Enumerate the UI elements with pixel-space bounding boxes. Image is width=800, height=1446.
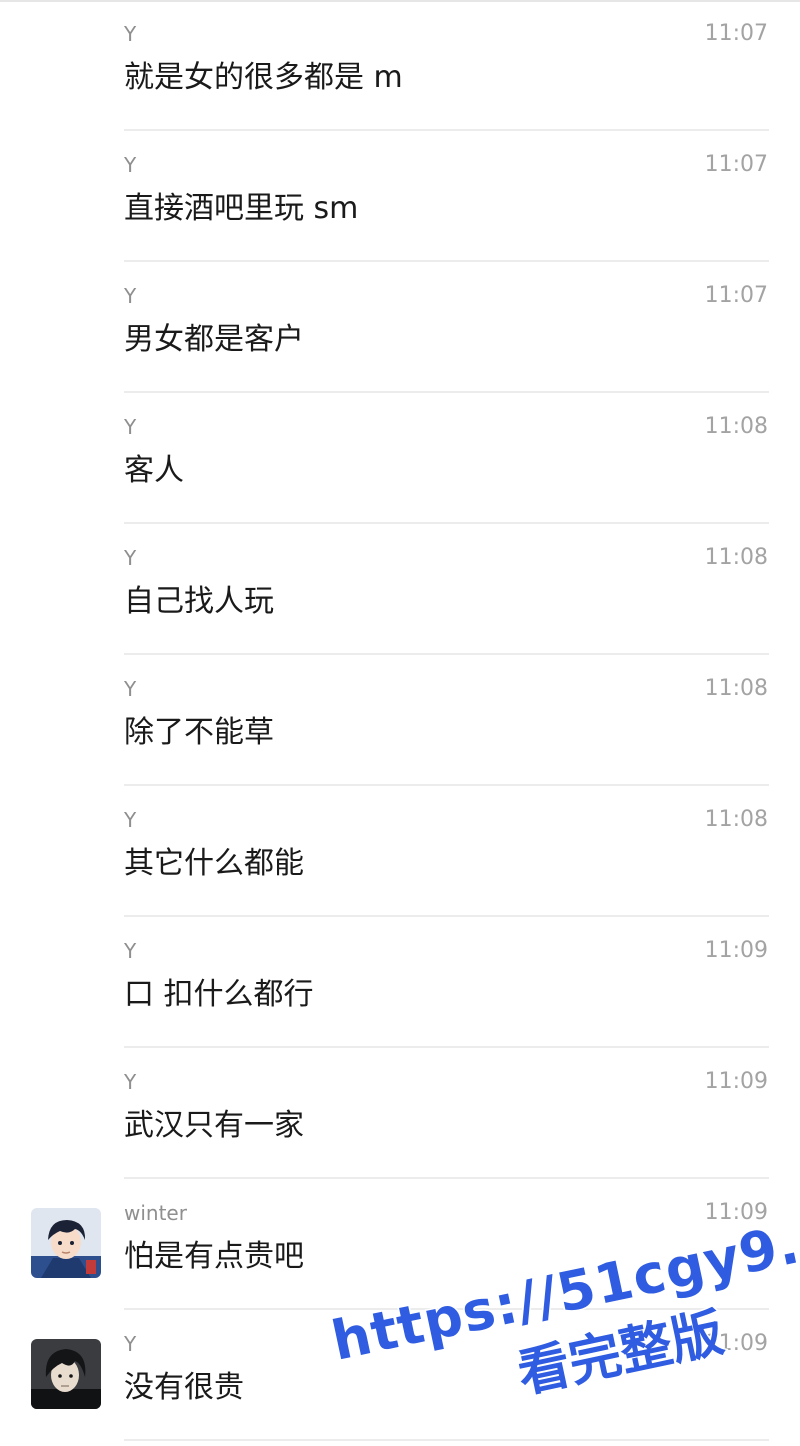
message-item[interactable]: winter 11:09 怕是有点贵吧 [0, 1179, 800, 1310]
message-divider [124, 1439, 769, 1441]
sender-name: Y [124, 284, 137, 308]
message-text: 其它什么都能 [124, 846, 304, 881]
message-text: 自己找人玩 [124, 584, 274, 619]
message-text: 怕是有点贵吧 [124, 1239, 304, 1274]
message-time: 11:08 [704, 414, 768, 439]
avatar[interactable] [31, 1208, 101, 1278]
message-item[interactable]: Y 11:09 没有很贵 [0, 1310, 800, 1441]
message-item[interactable]: Y 11:08 除了不能草 [0, 655, 800, 786]
sender-name: Y [124, 677, 137, 701]
message-item[interactable]: Y 11:07 男女都是客户 [0, 262, 800, 393]
message-time: 11:07 [704, 152, 768, 177]
sender-name: Y [124, 1070, 137, 1094]
sender-name: winter [124, 1201, 187, 1225]
message-time: 11:07 [704, 283, 768, 308]
message-item[interactable]: Y 11:07 就是女的很多都是 m [0, 0, 800, 131]
message-time: 11:08 [704, 676, 768, 701]
sender-name: Y [124, 1332, 137, 1356]
sender-name: Y [124, 939, 137, 963]
sender-name: Y [124, 415, 137, 439]
avatar[interactable] [31, 1339, 101, 1409]
message-text: 没有很贵 [124, 1370, 244, 1405]
message-text: 直接酒吧里玩 sm [124, 191, 359, 226]
message-time: 11:07 [704, 21, 768, 46]
message-item[interactable]: Y 11:07 直接酒吧里玩 sm [0, 131, 800, 262]
message-time: 11:09 [704, 1069, 768, 1094]
message-item[interactable]: Y 11:08 其它什么都能 [0, 786, 800, 917]
message-text: 口 扣什么都行 [124, 977, 314, 1012]
message-text: 客人 [124, 453, 184, 488]
message-time: 11:08 [704, 545, 768, 570]
sender-name: Y [124, 153, 137, 177]
message-item[interactable]: Y 11:09 武汉只有一家 [0, 1048, 800, 1179]
sender-name: Y [124, 22, 137, 46]
message-time: 11:09 [704, 938, 768, 963]
message-item[interactable]: Y 11:09 口 扣什么都行 [0, 917, 800, 1048]
message-text: 武汉只有一家 [124, 1108, 304, 1143]
message-text: 除了不能草 [124, 715, 274, 750]
message-time: 11:09 [704, 1200, 768, 1225]
message-text: 男女都是客户 [124, 322, 304, 357]
sender-name: Y [124, 808, 137, 832]
message-text: 就是女的很多都是 m [124, 60, 403, 95]
message-time: 11:08 [704, 807, 768, 832]
message-time: 11:09 [704, 1331, 768, 1356]
message-item[interactable]: Y 11:08 客人 [0, 393, 800, 524]
message-list[interactable]: Y 11:07 就是女的很多都是 m Y 11:07 直接酒吧里玩 sm Y 11:07 男女都… [0, 0, 800, 1441]
sender-name: Y [124, 546, 137, 570]
message-item[interactable]: Y 11:08 自己找人玩 [0, 524, 800, 655]
